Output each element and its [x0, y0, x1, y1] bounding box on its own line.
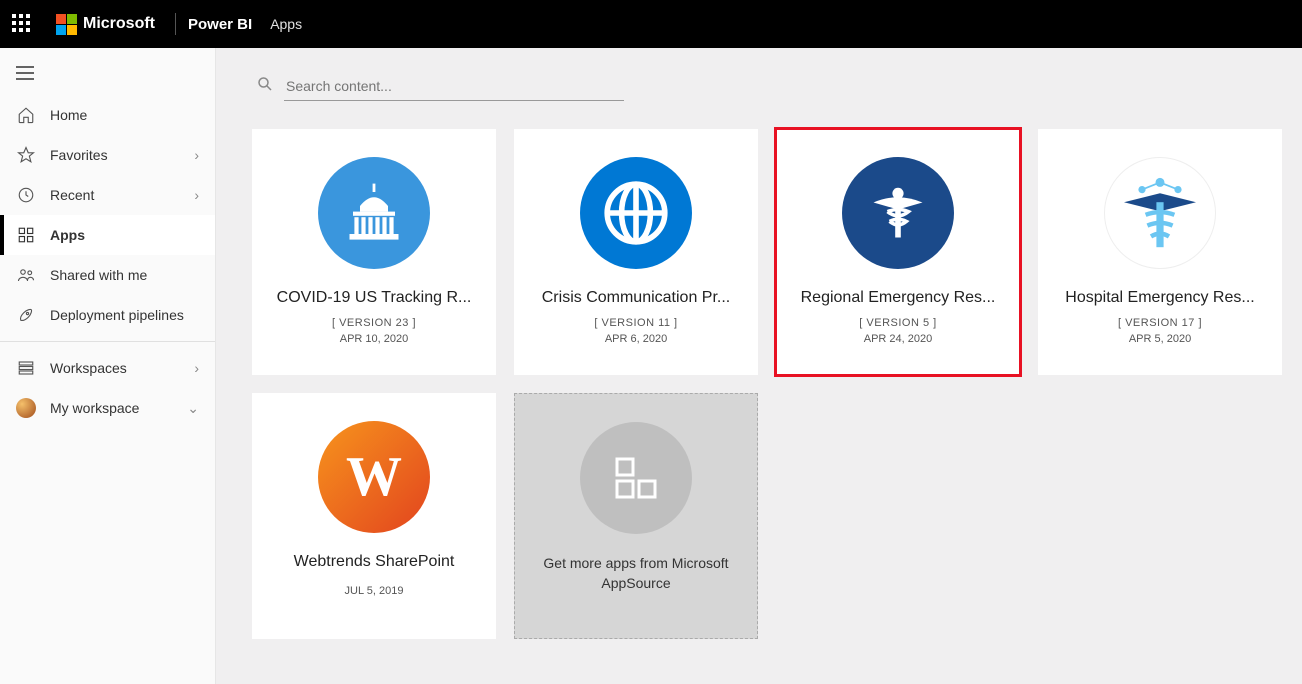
app-card-crisis-communication[interactable]: Crisis Communication Pr... [ VERSION 11 … [514, 129, 758, 375]
w-icon: W [318, 421, 430, 533]
sidebar-item-label: Shared with me [50, 267, 147, 283]
avatar [16, 398, 36, 418]
app-title: Crisis Communication Pr... [530, 289, 742, 307]
get-more-apps-card[interactable]: Get more apps from Microsoft AppSource [514, 393, 758, 639]
apps-grid: COVID-19 US Tracking R... [ VERSION 23 ]… [252, 129, 1266, 639]
workspaces-icon [16, 358, 36, 378]
divider [175, 13, 176, 35]
sidebar-item-pipelines[interactable]: Deployment pipelines [0, 295, 215, 335]
sidebar-item-shared[interactable]: Shared with me [0, 255, 215, 295]
sidebar-item-label: Apps [50, 227, 85, 243]
home-icon [16, 105, 36, 125]
app-version: [ VERSION 17 ] [1118, 317, 1202, 329]
sidebar-item-recent[interactable]: Recent › [0, 175, 215, 215]
brand-product: Power BI [188, 16, 252, 33]
top-bar: Microsoft Power BI Apps [0, 0, 1302, 48]
rocket-icon [16, 305, 36, 325]
app-date: APR 6, 2020 [605, 333, 667, 345]
search-input[interactable] [284, 72, 624, 101]
sidebar-item-my-workspace[interactable]: My workspace ⌄ [0, 388, 215, 428]
star-icon [16, 145, 36, 165]
clock-icon [16, 185, 36, 205]
main-content: COVID-19 US Tracking R... [ VERSION 23 ]… [216, 48, 1302, 684]
search-icon [256, 75, 274, 98]
app-date: APR 5, 2020 [1129, 333, 1191, 345]
sidebar-item-label: Deployment pipelines [50, 307, 184, 323]
sidebar-item-favorites[interactable]: Favorites › [0, 135, 215, 175]
sidebar-item-home[interactable]: Home [0, 95, 215, 135]
app-version: [ VERSION 23 ] [332, 317, 416, 329]
sidebar-item-label: My workspace [50, 400, 139, 416]
apps-icon [16, 225, 36, 245]
chevron-right-icon: › [194, 147, 199, 163]
capitol-icon [318, 157, 430, 269]
app-title: COVID-19 US Tracking R... [268, 289, 480, 307]
chevron-right-icon: › [194, 187, 199, 203]
brand-company: Microsoft [83, 15, 155, 33]
microsoft-square-icon [56, 14, 77, 35]
caduceus-icon [842, 157, 954, 269]
breadcrumb: Apps [270, 16, 302, 32]
app-launcher-icon[interactable] [12, 14, 32, 34]
shared-icon [16, 265, 36, 285]
sidebar: Home Favorites › Recent › Apps Shared wi… [0, 48, 216, 684]
app-date: APR 10, 2020 [340, 333, 409, 345]
app-card-regional-emergency[interactable]: Regional Emergency Res... [ VERSION 5 ] … [776, 129, 1020, 375]
app-title: Webtrends SharePoint [268, 553, 480, 571]
sidebar-item-label: Workspaces [50, 360, 127, 376]
sidebar-item-label: Recent [50, 187, 94, 203]
caduceus-light-icon [1104, 157, 1216, 269]
sidebar-item-workspaces[interactable]: Workspaces › [0, 348, 215, 388]
app-title: Regional Emergency Res... [792, 289, 1004, 307]
sidebar-item-label: Favorites [50, 147, 108, 163]
search-bar [256, 72, 1266, 101]
app-card-hospital-emergency[interactable]: Hospital Emergency Res... [ VERSION 17 ]… [1038, 129, 1282, 375]
appsource-icon [580, 422, 692, 534]
app-card-webtrends[interactable]: W Webtrends SharePoint JUL 5, 2019 [252, 393, 496, 639]
sidebar-item-apps[interactable]: Apps [0, 215, 215, 255]
app-title: Hospital Emergency Res... [1054, 289, 1266, 307]
sidebar-item-label: Home [50, 107, 87, 123]
microsoft-logo: Microsoft [56, 14, 155, 35]
divider [0, 341, 215, 342]
app-card-covid-tracking[interactable]: COVID-19 US Tracking R... [ VERSION 23 ]… [252, 129, 496, 375]
app-version: [ VERSION 5 ] [859, 317, 936, 329]
get-more-title: Get more apps from Microsoft AppSource [531, 554, 741, 593]
chevron-right-icon: › [194, 360, 199, 376]
globe-icon [580, 157, 692, 269]
menu-toggle-button[interactable] [0, 56, 215, 95]
app-version: [ VERSION 11 ] [594, 317, 677, 329]
app-date: APR 24, 2020 [864, 333, 933, 345]
app-date: JUL 5, 2019 [345, 585, 404, 597]
chevron-down-icon: ⌄ [187, 400, 199, 417]
